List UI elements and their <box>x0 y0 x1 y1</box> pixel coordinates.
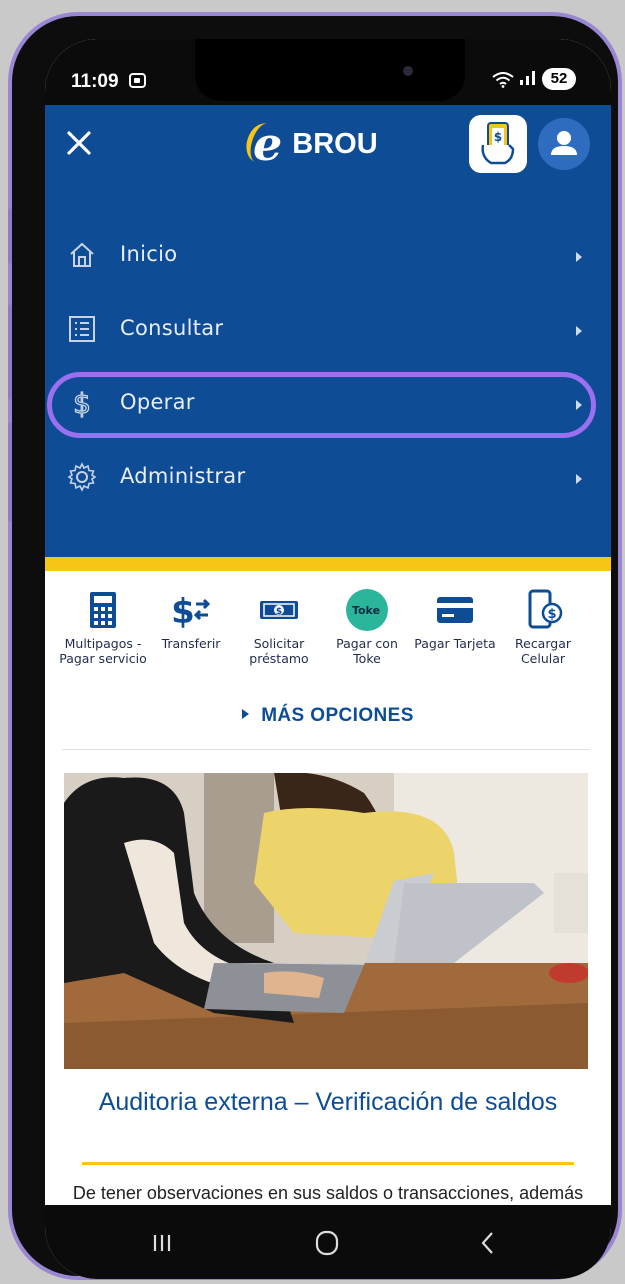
home-icon <box>67 240 97 270</box>
divider <box>62 749 590 750</box>
home-circle-icon[interactable] <box>307 1223 347 1263</box>
operar-highlight-ring <box>47 372 596 438</box>
shortcut-recargar-celular[interactable]: $ Recargar Celular <box>497 589 589 666</box>
recent-apps-icon[interactable] <box>142 1223 182 1263</box>
svg-text:$: $ <box>547 607 556 622</box>
more-options-label: MÁS OPCIONES <box>261 705 414 726</box>
profile-button[interactable] <box>538 118 590 170</box>
user-icon <box>551 131 577 155</box>
shortcut-label: Recargar Celular <box>515 636 571 666</box>
article-image[interactable] <box>64 773 588 1069</box>
brand-stripe <box>45 557 611 571</box>
side-menu: e BROU $ Inicio Consultar $ Operar Admin… <box>45 105 611 557</box>
shortcut-solicitar-prestamo[interactable]: $ Solicitar préstamo <box>233 589 325 666</box>
phone-recharge-icon: $ <box>528 589 563 629</box>
shortcut-multipagos[interactable]: Multipagos - Pagar servicio <box>57 589 149 666</box>
menu-item-label: Inicio <box>120 242 178 266</box>
title-underline <box>82 1162 574 1165</box>
menu-item-inicio[interactable]: Inicio <box>45 220 611 294</box>
toke-logo-icon: Toke <box>346 589 388 631</box>
svg-text:$: $ <box>276 607 282 617</box>
caret-right-icon <box>242 708 250 719</box>
chevron-right-icon <box>576 326 582 336</box>
shortcut-pagar-con-toke[interactable]: Toke Pagar con Toke <box>321 589 413 666</box>
clock: 11:09 <box>71 71 119 92</box>
calculator-icon <box>90 592 116 628</box>
menu-item-consultar[interactable]: Consultar <box>45 294 611 368</box>
system-nav-bar <box>45 1205 611 1279</box>
shortcut-pagar-tarjeta[interactable]: Pagar Tarjeta <box>409 589 501 651</box>
transfer-dollar-icon: $ <box>171 592 211 631</box>
menu-item-administrar[interactable]: Administrar <box>45 442 611 516</box>
notch <box>195 39 465 101</box>
shortcut-transferir[interactable]: $ Transferir <box>145 589 237 651</box>
phone-frame: 11:09 52 e BROU $ Inicio Consultar $ Ope… <box>8 12 622 1280</box>
token-hand-icon: $ <box>481 122 515 165</box>
chevron-right-icon <box>576 474 582 484</box>
shortcut-label: Multipagos - Pagar servicio <box>59 636 147 666</box>
logo-text: BROU <box>292 127 378 160</box>
chevron-right-icon <box>576 252 582 262</box>
more-options-link[interactable]: MÁS OPCIONES <box>45 705 611 727</box>
svg-text:Toke: Toke <box>352 604 380 617</box>
menu-item-label: Administrar <box>120 464 246 488</box>
shortcut-label: Transferir <box>161 636 221 651</box>
wifi-icon <box>492 72 514 92</box>
screenshot-notification-icon <box>129 73 146 88</box>
close-icon[interactable] <box>63 127 95 159</box>
back-icon[interactable] <box>468 1223 508 1263</box>
ebrou-e-mark: e <box>253 117 283 171</box>
status-bar: 11:09 52 <box>45 39 611 105</box>
gear-icon <box>67 462 97 492</box>
shortcut-label: Solicitar préstamo <box>249 636 309 666</box>
quick-actions: Multipagos - Pagar servicio $ Transferir… <box>45 571 611 699</box>
women-with-laptops-photo <box>64 773 588 1069</box>
signal-icon <box>519 69 537 89</box>
banknote-icon: $ <box>260 601 298 619</box>
list-icon <box>67 314 97 344</box>
shortcut-label: Pagar con Toke <box>336 636 398 666</box>
battery-icon: 52 <box>542 68 576 90</box>
screen: 11:09 52 e BROU $ Inicio Consultar $ Ope… <box>45 39 611 1279</box>
svg-text:$: $ <box>171 592 195 631</box>
menu-item-label: Consultar <box>120 316 224 340</box>
front-camera <box>403 66 413 76</box>
article-title[interactable]: Auditoria externa – Verificación de sald… <box>75 1087 581 1118</box>
brou-logo: e BROU <box>253 120 378 168</box>
credit-card-icon <box>437 597 473 623</box>
shortcut-label: Pagar Tarjeta <box>414 636 496 651</box>
svg-text:$: $ <box>494 130 502 144</box>
digital-token-button[interactable]: $ <box>469 115 527 173</box>
